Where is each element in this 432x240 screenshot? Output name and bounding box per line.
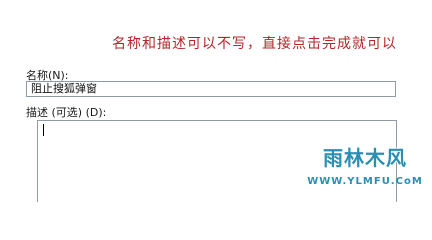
instruction-annotation: 名称和描述可以不写，直接点击完成就可以 <box>112 36 397 52</box>
description-label: 描述 (可选) (D): <box>26 106 107 119</box>
text-caret <box>43 124 44 136</box>
watermark-logo: 雨林木风 <box>323 146 407 170</box>
watermark-url: WWW.YLMFU.CoM <box>307 176 423 187</box>
name-input[interactable]: 阻止搜狐弹窗 <box>26 81 396 97</box>
site-watermark: 雨林木风 WWW.YLMFU.CoM <box>302 142 428 198</box>
